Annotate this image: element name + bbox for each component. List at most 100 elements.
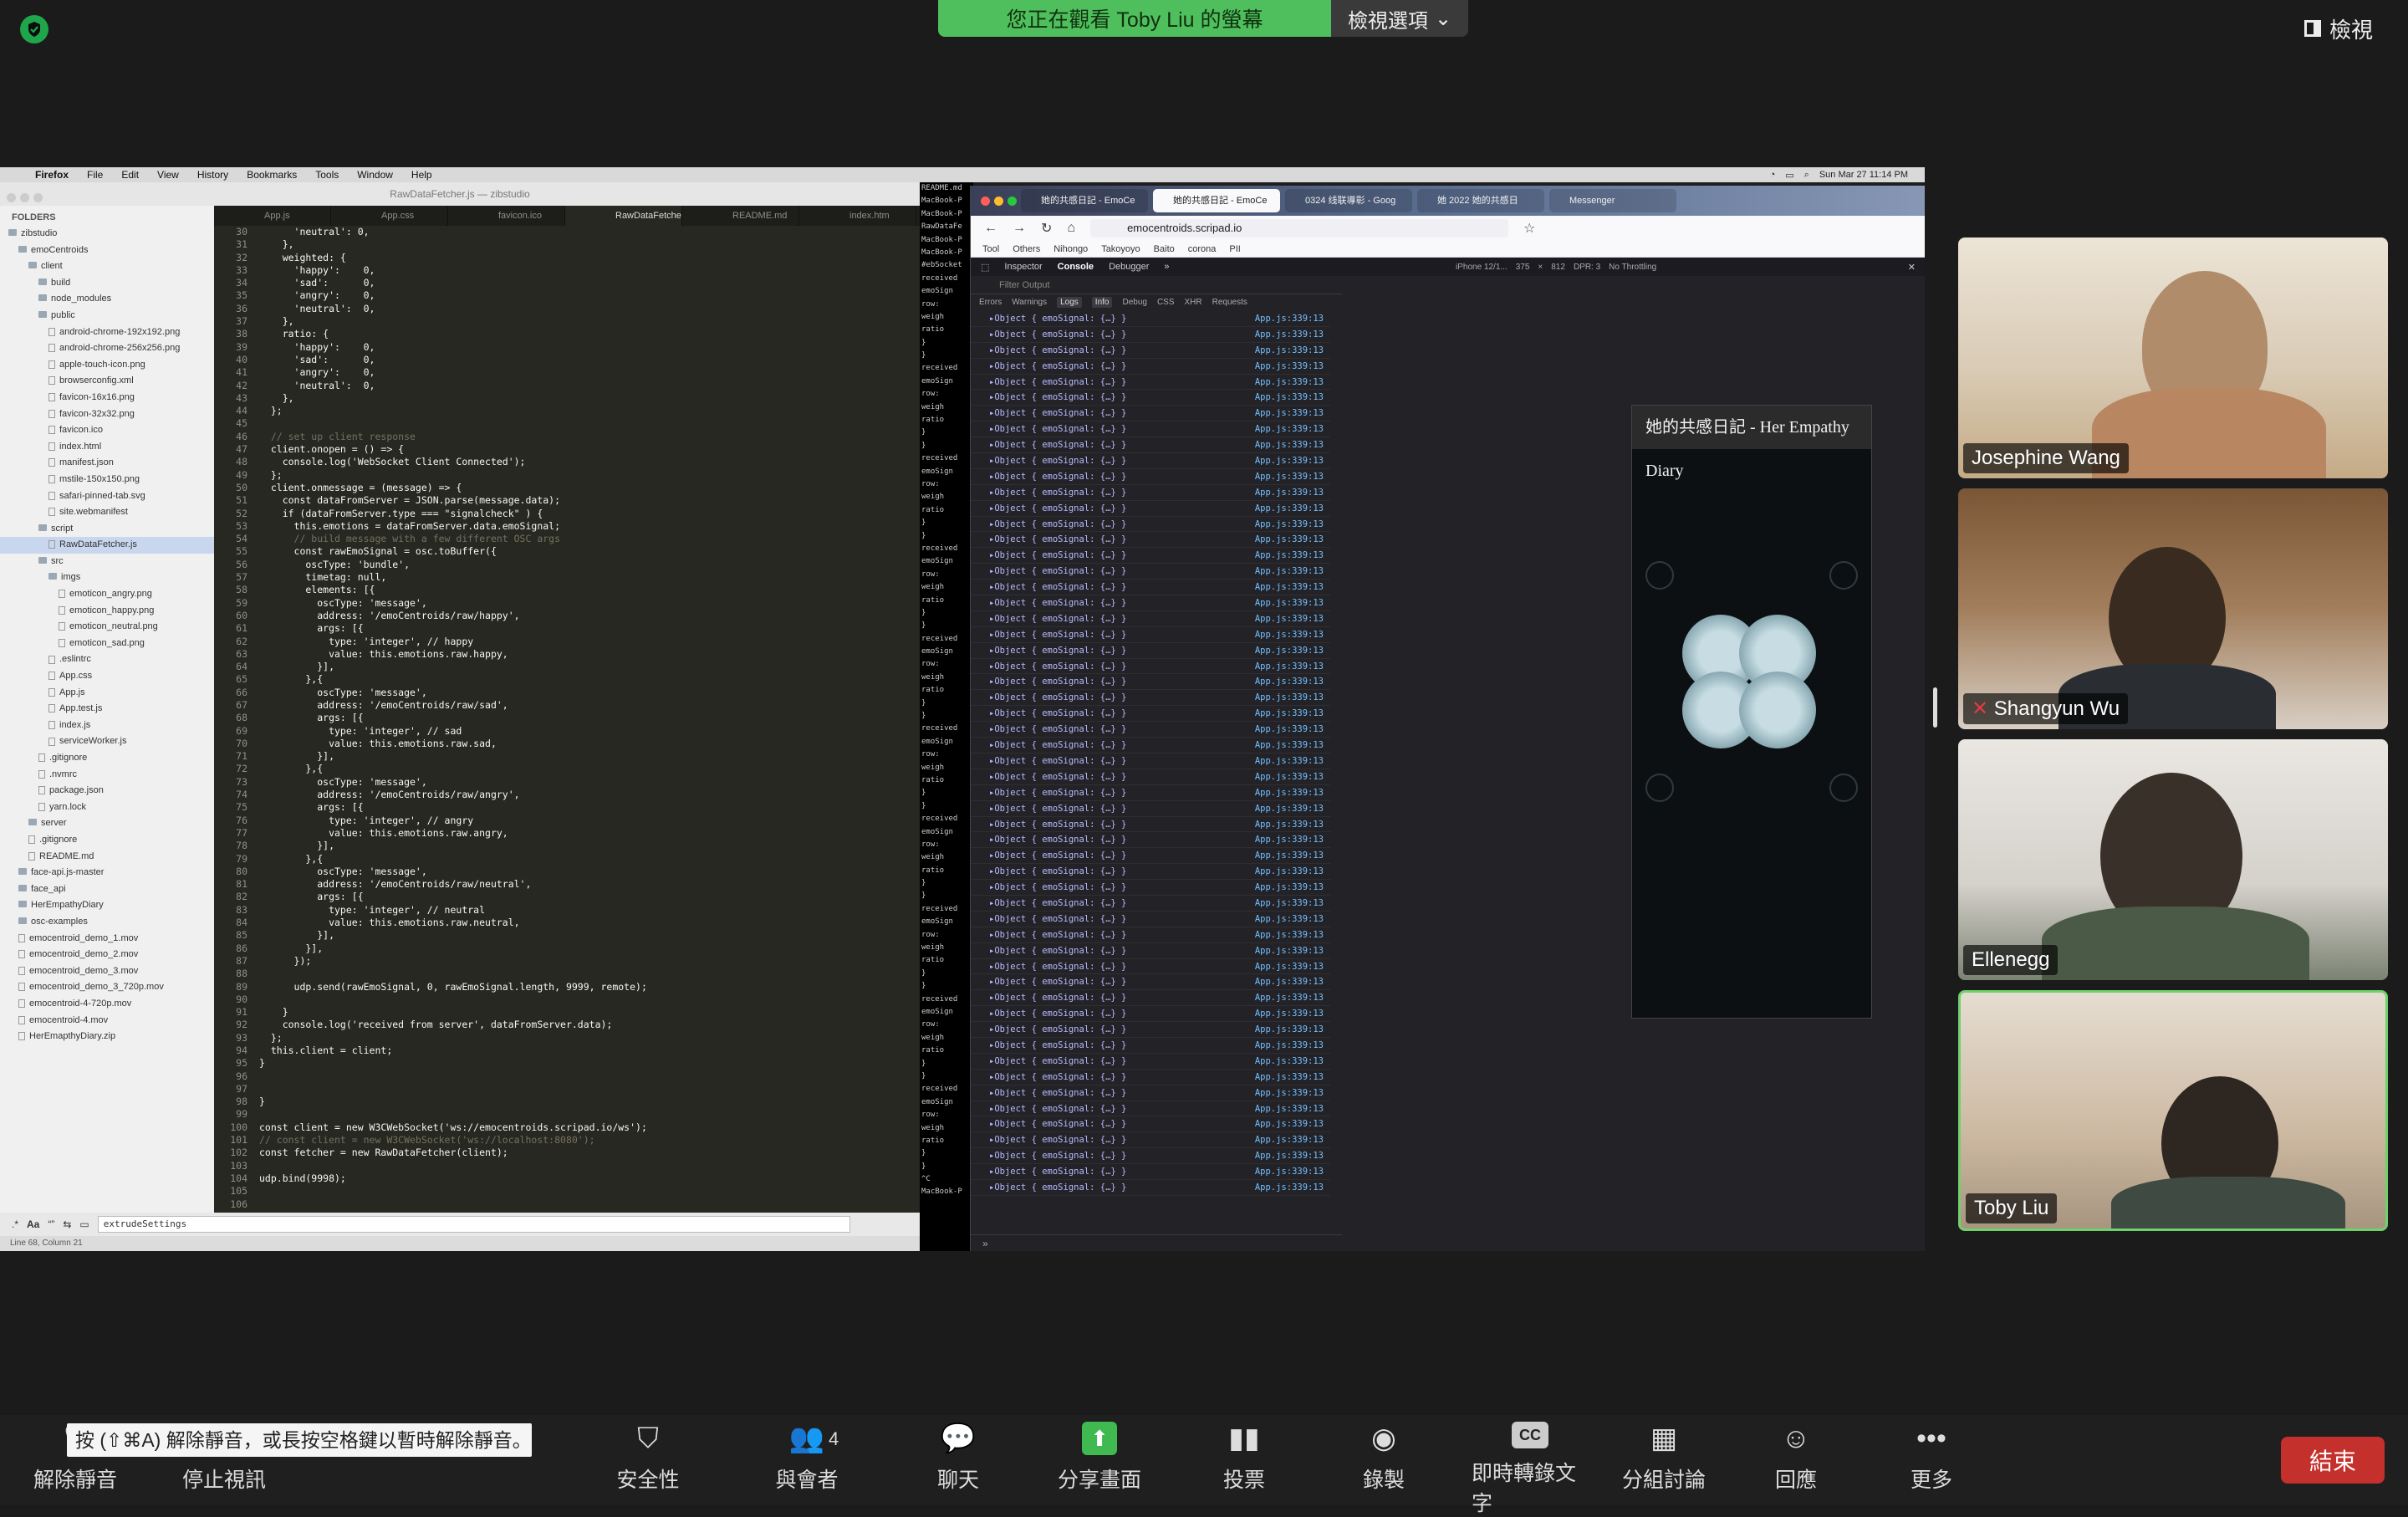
sidebar-tree-item[interactable]: emocentroid-4.mov: [0, 1013, 214, 1029]
console-log-source[interactable]: App.js:339:13: [1255, 548, 1330, 563]
sidebar-tree-item[interactable]: RawDataFetcher.js: [0, 537, 214, 554]
console-log-source[interactable]: App.js:339:13: [1255, 453, 1330, 468]
console-log-source[interactable]: App.js:339:13: [1255, 343, 1330, 358]
encryption-shield-icon[interactable]: [20, 15, 48, 43]
console-log-row[interactable]: ▸ Object { emoSignal: {…} } App.js:339:13: [971, 501, 1330, 517]
console-log-row[interactable]: ▸ Object { emoSignal: {…} } App.js:339:13: [971, 674, 1330, 691]
console-log-row[interactable]: ▸ Object { emoSignal: {…} } App.js:339:13: [971, 406, 1330, 422]
sidebar-tree-item[interactable]: emocentroid_demo_1.mov: [0, 931, 214, 947]
console-log-row[interactable]: ▸ Object { emoSignal: {…} } App.js:339:13: [971, 943, 1330, 959]
sidebar-tree-item[interactable]: node_modules: [0, 291, 214, 308]
console-log-source[interactable]: App.js:339:13: [1255, 375, 1330, 390]
sidebar-tree-item[interactable]: README.md: [0, 849, 214, 866]
console-log-source[interactable]: App.js:339:13: [1255, 1164, 1330, 1179]
sidebar-tree-item[interactable]: favicon.ico: [0, 422, 214, 439]
sidebar-tree-item[interactable]: index.html: [0, 439, 214, 456]
console-log-source[interactable]: App.js:339:13: [1255, 674, 1330, 689]
browser-tab[interactable]: Messenger: [1549, 189, 1676, 212]
sidebar-tree-item[interactable]: emoticon_angry.png: [0, 586, 214, 603]
console-log-row[interactable]: ▸ Object { emoSignal: {…} } App.js:339:13: [971, 1116, 1330, 1133]
console-log-row[interactable]: ▸ Object { emoSignal: {…} } App.js:339:13: [971, 359, 1330, 375]
console-log-source[interactable]: App.js:339:13: [1255, 469, 1330, 484]
console-log-source[interactable]: App.js:339:13: [1255, 722, 1330, 737]
console-log-source[interactable]: App.js:339:13: [1255, 832, 1330, 847]
console-log-row[interactable]: ▸ Object { emoSignal: {…} } App.js:339:13: [971, 1132, 1330, 1149]
sidebar-tree-item[interactable]: imgs: [0, 570, 214, 586]
console-log-source[interactable]: App.js:339:13: [1255, 959, 1330, 974]
console-log-source[interactable]: App.js:339:13: [1255, 643, 1330, 658]
browser-tab[interactable]: 她的共感日記 - EmoCe: [1153, 189, 1280, 212]
console-filter-tab[interactable]: Warnings: [1012, 298, 1047, 307]
console-log-row[interactable]: ▸ Object { emoSignal: {…} } App.js:339:13: [971, 785, 1330, 801]
console-log-row[interactable]: ▸ Object { emoSignal: {…} } App.js:339:13: [971, 864, 1330, 881]
console-log-row[interactable]: ▸ Object { emoSignal: {…} } App.js:339:13: [971, 453, 1330, 469]
console-log-source[interactable]: App.js:339:13: [1255, 801, 1330, 816]
sidebar-tree-item[interactable]: emocentroid-4-720p.mov: [0, 996, 214, 1013]
console-log-row[interactable]: ▸ Object { emoSignal: {…} } App.js:339:13: [971, 753, 1330, 769]
devtools-tab[interactable]: Inspector: [1004, 262, 1042, 272]
console-log-row[interactable]: ▸ Object { emoSignal: {…} } App.js:339:13: [971, 912, 1330, 927]
sidebar-tree-item[interactable]: HerEmapthyDiary.zip: [0, 1029, 214, 1045]
mac-menu-item[interactable]: Bookmarks: [247, 169, 297, 181]
console-filter-input[interactable]: Filter Output: [971, 276, 1342, 294]
console-log-source[interactable]: App.js:339:13: [1255, 848, 1330, 863]
console-log-row[interactable]: ▸ Object { emoSignal: {…} } App.js:339:13: [971, 611, 1330, 627]
console-log-source[interactable]: App.js:339:13: [1255, 1085, 1330, 1101]
console-log-row[interactable]: ▸ Object { emoSignal: {…} } App.js:339:13: [971, 832, 1330, 849]
console-filter-tab[interactable]: Logs: [1057, 296, 1082, 308]
bookmark-item[interactable]: Nihongo: [1054, 244, 1088, 254]
control-poll-bars-button[interactable]: ▮▮ 投票: [1186, 1422, 1303, 1494]
console-log-source[interactable]: App.js:339:13: [1255, 659, 1330, 674]
sidebar-tree-item[interactable]: emoticon_happy.png: [0, 603, 214, 620]
reload-icon[interactable]: ↻: [1041, 220, 1052, 237]
console-log-source[interactable]: App.js:339:13: [1255, 1148, 1330, 1163]
bookmark-item[interactable]: Others: [1013, 244, 1040, 254]
console-log-row[interactable]: ▸ Object { emoSignal: {…} } App.js:339:13: [971, 327, 1330, 343]
console-log-source[interactable]: App.js:339:13: [1255, 785, 1330, 800]
sidebar-tree-item[interactable]: android-chrome-192x192.png: [0, 324, 214, 341]
sidebar-tree-item[interactable]: serviceWorker.js: [0, 733, 214, 750]
console-log-source[interactable]: App.js:339:13: [1255, 580, 1330, 595]
console-log-row[interactable]: ▸ Object { emoSignal: {…} } App.js:339:13: [971, 959, 1330, 975]
control-participants-button[interactable]: 👥 4 與會者: [748, 1422, 865, 1494]
console-log-source[interactable]: App.js:339:13: [1255, 1038, 1330, 1053]
mac-menu-item[interactable]: History: [197, 169, 228, 181]
more-tools-icon[interactable]: »: [1164, 262, 1169, 272]
console-log-row[interactable]: ▸ Object { emoSignal: {…} } App.js:339:13: [971, 469, 1330, 485]
console-log-source[interactable]: App.js:339:13: [1255, 817, 1330, 832]
console-filter-tab[interactable]: CSS: [1157, 298, 1175, 307]
participant-video-tile[interactable]: ✕ Shangyun Wu: [1958, 488, 2388, 729]
console-log-row[interactable]: ▸ Object { emoSignal: {…} } App.js:339:13: [971, 1006, 1330, 1023]
sidebar-tree-item[interactable]: App.css: [0, 668, 214, 685]
console-log-source[interactable]: App.js:339:13: [1255, 327, 1330, 342]
console-log-source[interactable]: App.js:339:13: [1255, 359, 1330, 374]
console-log-row[interactable]: ▸ Object { emoSignal: {…} } App.js:339:13: [971, 485, 1330, 501]
console-log-row[interactable]: ▸ Object { emoSignal: {…} } App.js:339:13: [971, 627, 1330, 643]
forward-icon[interactable]: →: [1013, 221, 1026, 236]
console-log-source[interactable]: App.js:339:13: [1255, 706, 1330, 721]
throttle-select[interactable]: No Throttling: [1609, 263, 1656, 272]
console-log-source[interactable]: App.js:339:13: [1255, 880, 1330, 895]
console-log-source[interactable]: App.js:339:13: [1255, 1116, 1330, 1131]
console-log-row[interactable]: ▸ Object { emoSignal: {…} } App.js:339:13: [971, 927, 1330, 943]
console-log-row[interactable]: ▸ Object { emoSignal: {…} } App.js:339:13: [971, 1101, 1330, 1117]
console-filter-tab[interactable]: Errors: [979, 298, 1002, 307]
devtools-tab[interactable]: Debugger: [1109, 262, 1149, 272]
end-meeting-button[interactable]: 結束: [2281, 1437, 2385, 1484]
console-log-row[interactable]: ▸ Object { emoSignal: {…} } App.js:339:13: [971, 896, 1330, 912]
console-log-source[interactable]: App.js:339:13: [1255, 517, 1330, 532]
case-toggle[interactable]: Aa: [27, 1218, 39, 1230]
mac-menu-item[interactable]: Help: [411, 169, 432, 181]
bookmark-star-icon[interactable]: ☆: [1523, 220, 1535, 237]
console-prompt[interactable]: »: [971, 1234, 1342, 1251]
sidebar-tree-item[interactable]: emoticon_neutral.png: [0, 619, 214, 636]
console-log-source[interactable]: App.js:339:13: [1255, 912, 1330, 927]
console-log-source[interactable]: App.js:339:13: [1255, 1132, 1330, 1147]
sidebar-tree-item[interactable]: emocentroid_demo_3.mov: [0, 963, 214, 980]
bookmark-item[interactable]: Tool: [982, 244, 999, 254]
editor-tab[interactable]: App.css: [331, 206, 448, 226]
mac-menu-item[interactable]: Edit: [121, 169, 139, 181]
console-log-row[interactable]: ▸ Object { emoSignal: {…} } App.js:339:13: [971, 769, 1330, 785]
console-log-source[interactable]: App.js:339:13: [1255, 769, 1330, 784]
selection-toggle[interactable]: ▭: [79, 1218, 89, 1230]
